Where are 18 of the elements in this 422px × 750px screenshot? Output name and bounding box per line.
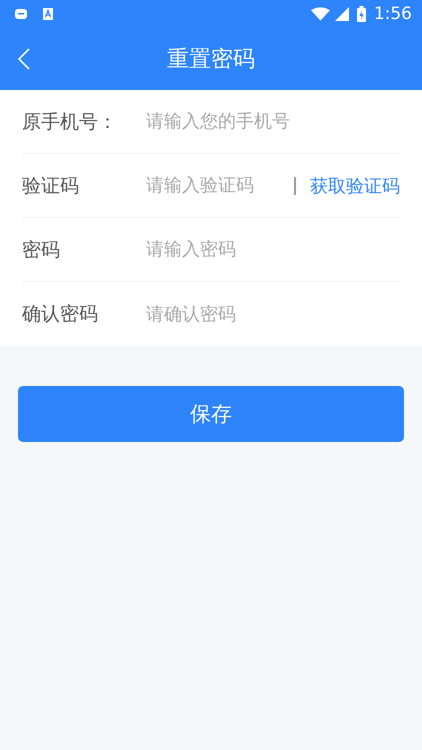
- input-field[interactable]: 请确认密码: [146, 304, 400, 324]
- app-notification-icon: [42, 8, 54, 20]
- save-button[interactable]: 保存: [18, 386, 404, 442]
- get-code-link[interactable]: 获取验证码: [310, 174, 400, 198]
- field-label: 确认密码: [22, 302, 99, 327]
- field-label: 验证码: [22, 174, 80, 198]
- signal-icon: [334, 7, 349, 21]
- wifi-icon: [310, 7, 330, 21]
- back-icon[interactable]: [18, 48, 30, 70]
- input-field[interactable]: 请输入您的手机号: [146, 111, 400, 132]
- battery-icon: [356, 6, 366, 22]
- input-field[interactable]: 请输入验证码: [146, 175, 294, 196]
- field-label: 密码: [22, 238, 61, 262]
- input-field[interactable]: 请输入密码: [146, 239, 400, 260]
- app-notification-icon: [15, 8, 27, 20]
- status-time: 1:56: [374, 4, 412, 24]
- page-title: 重置密码: [167, 46, 255, 74]
- field-label: 原手机号：: [22, 110, 118, 134]
